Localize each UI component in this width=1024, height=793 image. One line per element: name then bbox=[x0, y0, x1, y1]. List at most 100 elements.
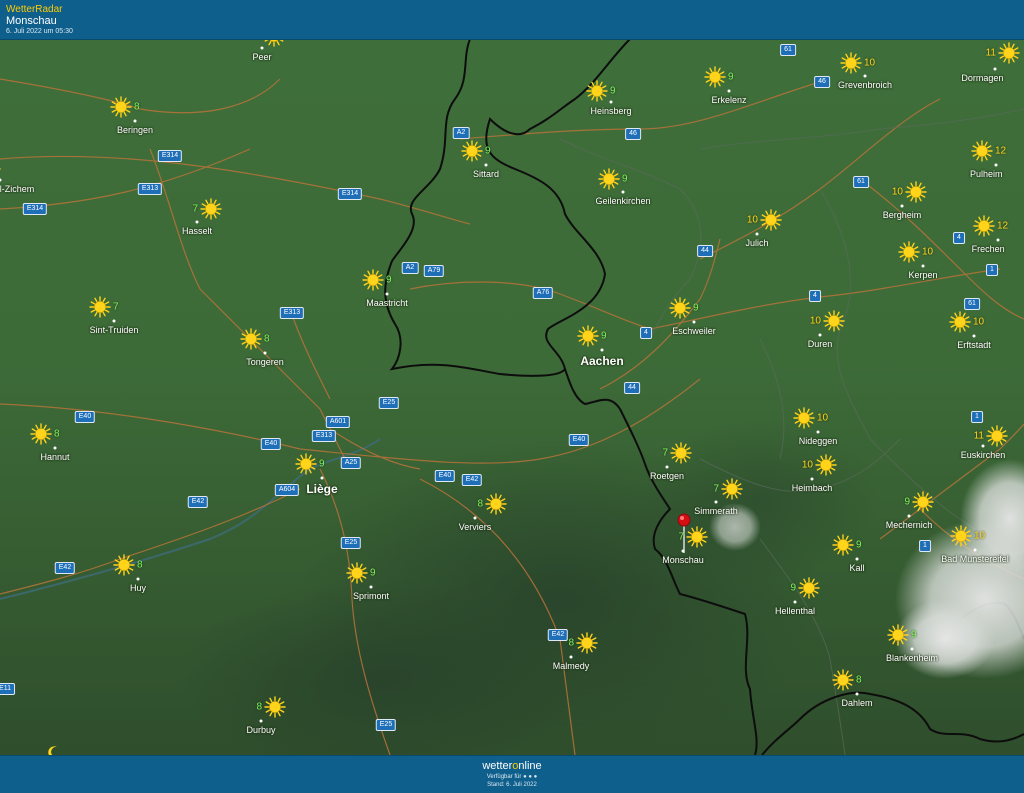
city-label[interactable]: Mechernich bbox=[886, 520, 933, 530]
sun-icon bbox=[346, 562, 368, 584]
temperature-value: 8 bbox=[856, 674, 862, 686]
city-label[interactable]: Malmedy bbox=[553, 661, 590, 671]
road-shield: E313 bbox=[137, 183, 163, 195]
sun-icon bbox=[110, 96, 132, 118]
temperature-value: 8 bbox=[54, 428, 60, 440]
temperature-value: 8 bbox=[264, 333, 270, 345]
city-label[interactable]: Maastricht bbox=[366, 298, 408, 308]
availability-note: Verfügbar für ● ● ● bbox=[0, 774, 1024, 780]
temperature-value: 9 bbox=[485, 145, 491, 157]
city-marker bbox=[320, 476, 324, 480]
app-header: WetterRadar Monschau 6. Juli 2022 um 05:… bbox=[0, 0, 1024, 40]
availability-label: Verfügbar für bbox=[486, 774, 522, 780]
city-label[interactable]: Erkelenz bbox=[711, 95, 746, 105]
city-label[interactable]: Heimbach bbox=[792, 483, 833, 493]
city-label[interactable]: Bad Munstereifel bbox=[941, 554, 1009, 564]
city-label[interactable]: Hasselt bbox=[182, 226, 212, 236]
road-shield: 1 bbox=[971, 411, 983, 423]
city-label[interactable]: Monschau bbox=[662, 555, 704, 565]
temperature-value: 12 bbox=[997, 220, 1009, 232]
temperature-value: 9 bbox=[622, 173, 628, 185]
city-label[interactable]: Blankenheim bbox=[886, 653, 938, 663]
city-label[interactable]: Pulheim bbox=[970, 169, 1003, 179]
city-marker bbox=[921, 264, 925, 268]
sun-icon bbox=[898, 241, 920, 263]
temperature-value: 7 bbox=[713, 483, 719, 495]
city-label[interactable]: Heinsberg bbox=[590, 106, 631, 116]
city-label[interactable]: Julich bbox=[745, 238, 768, 248]
city-label[interactable]: Kall bbox=[849, 563, 864, 573]
road-shield: E42 bbox=[187, 496, 209, 508]
city-label[interactable]: Liège bbox=[306, 482, 337, 496]
temperature-value: 10 bbox=[973, 316, 985, 328]
city-marker bbox=[855, 557, 859, 561]
city-label[interactable]: Frechen bbox=[972, 244, 1005, 254]
road-shield: A79 bbox=[423, 265, 445, 277]
city-label[interactable]: Sprimont bbox=[353, 591, 389, 601]
temperature-value: 9 bbox=[911, 629, 917, 641]
road-shield: 4 bbox=[640, 327, 652, 339]
road-shield: E314 bbox=[157, 150, 183, 162]
road-shield: E42 bbox=[54, 562, 76, 574]
city-label[interactable]: Sint-Truiden bbox=[90, 325, 139, 335]
road-shield: 61 bbox=[964, 298, 980, 310]
city-label[interactable]: Dormagen bbox=[961, 73, 1003, 83]
city-label[interactable]: uvel-Zichem bbox=[0, 184, 34, 194]
city-label[interactable]: Dahlem bbox=[841, 698, 872, 708]
city-marker bbox=[681, 549, 685, 553]
data-stand: Stand: 6. Juli 2022 bbox=[487, 782, 537, 788]
city-label[interactable]: Kerpen bbox=[908, 270, 937, 280]
city-label[interactable]: Geilenkirchen bbox=[595, 196, 650, 206]
city-label[interactable]: Hellenthal bbox=[775, 606, 815, 616]
city-label[interactable]: Erftstadt bbox=[957, 340, 991, 350]
city-label[interactable]: Bergheim bbox=[883, 210, 922, 220]
city-label[interactable]: Sittard bbox=[473, 169, 499, 179]
city-marker bbox=[259, 719, 263, 723]
temperature-value: 9 bbox=[856, 539, 862, 551]
sun-icon bbox=[485, 493, 507, 515]
city-label[interactable]: Grevenbroich bbox=[838, 80, 892, 90]
sun-icon bbox=[950, 525, 972, 547]
city-marker bbox=[993, 67, 997, 71]
city-label[interactable]: Euskirchen bbox=[961, 450, 1006, 460]
platform-icons: ● ● ● bbox=[523, 774, 538, 780]
city-label[interactable]: Peer bbox=[252, 52, 271, 62]
wetteronline-logo[interactable]: wetteronline bbox=[0, 760, 1024, 772]
road-shield: E42 bbox=[547, 629, 569, 641]
sun-icon bbox=[598, 168, 620, 190]
sun-icon bbox=[89, 296, 111, 318]
city-label[interactable]: Eschweiler bbox=[672, 326, 716, 336]
road-shield: A2 bbox=[452, 127, 470, 139]
sun-icon bbox=[264, 39, 284, 47]
city-label[interactable]: Verviers bbox=[459, 522, 492, 532]
sun-icon bbox=[240, 328, 262, 350]
city-label[interactable]: Durbuy bbox=[246, 725, 275, 735]
city-label[interactable]: Huy bbox=[130, 583, 146, 593]
city-label[interactable]: Nideggen bbox=[799, 436, 838, 446]
temperature-value: 8 bbox=[137, 559, 143, 571]
logo-part-nline: nline bbox=[518, 760, 542, 772]
city-label[interactable]: Simmerath bbox=[694, 506, 738, 516]
weather-map[interactable]: 8 Peer 8 Beringen 1 1 uvel-Zichem 7 Hasselt 7 Sint… bbox=[0, 39, 1024, 755]
city-label[interactable]: Tongeren bbox=[246, 357, 284, 367]
city-label[interactable]: Aachen bbox=[580, 354, 623, 368]
sun-icon bbox=[832, 669, 854, 691]
sun-icon bbox=[832, 534, 854, 556]
city-label[interactable]: Beringen bbox=[117, 125, 153, 135]
sun-icon bbox=[973, 215, 995, 237]
city-label[interactable]: Hannut bbox=[40, 452, 69, 462]
sun-icon bbox=[670, 442, 692, 464]
city-label[interactable]: Roetgen bbox=[650, 471, 684, 481]
sun-icon bbox=[295, 453, 317, 475]
city-marker bbox=[385, 292, 389, 296]
sun-icon bbox=[949, 311, 971, 333]
city-label[interactable]: Duren bbox=[808, 339, 833, 349]
road-shield: 61 bbox=[780, 44, 796, 56]
sun-icon bbox=[912, 491, 934, 513]
road-shield: 1 bbox=[986, 264, 998, 276]
city-marker bbox=[810, 477, 814, 481]
road-shield: 61 bbox=[853, 176, 869, 188]
temperature-value: 9 bbox=[728, 71, 734, 83]
logo-part-wetter: wetter bbox=[482, 760, 513, 772]
temperature-value: 7 bbox=[678, 531, 684, 543]
